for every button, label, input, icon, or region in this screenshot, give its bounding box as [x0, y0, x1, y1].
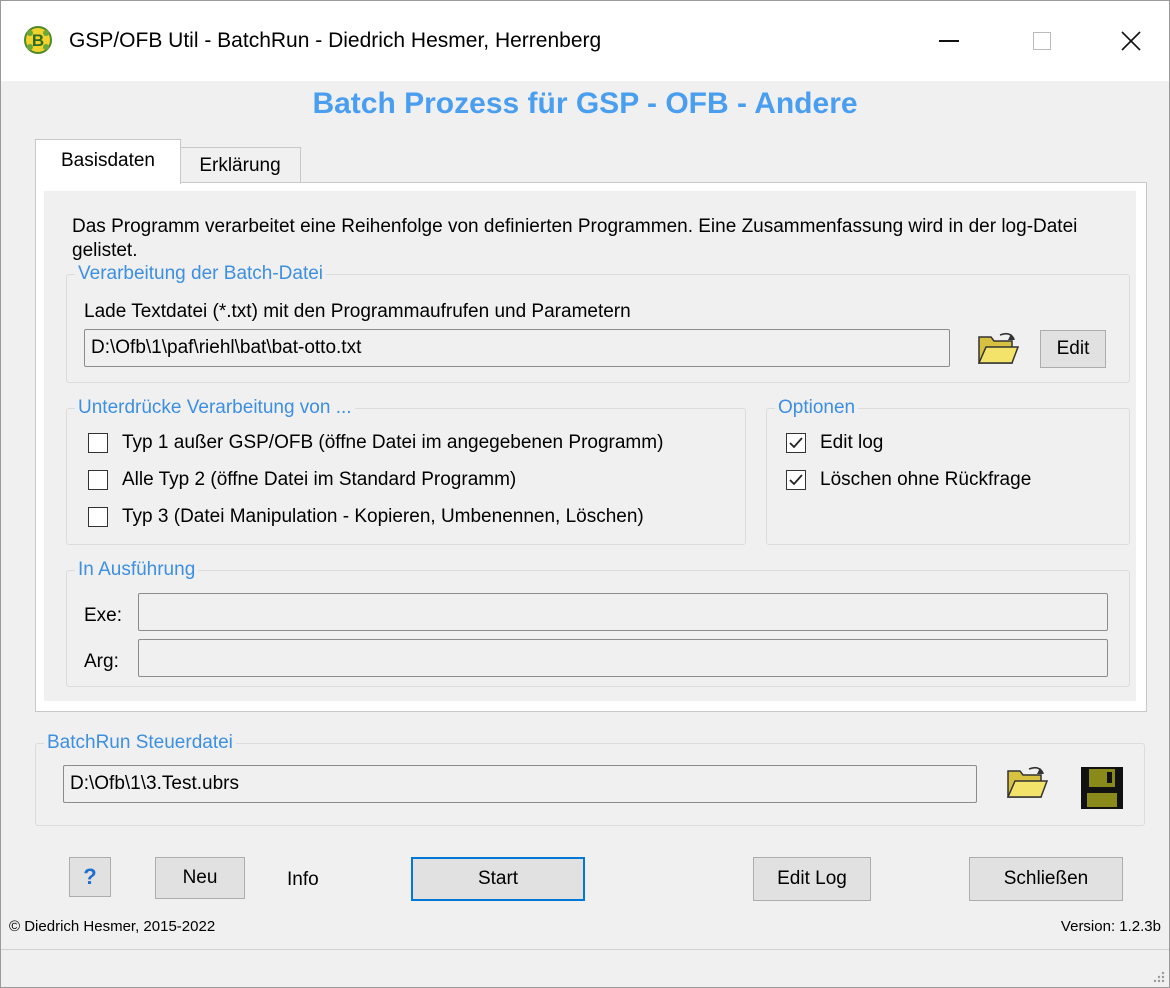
checkbox-label: Typ 3 (Datei Manipulation - Kopieren, Um…	[122, 506, 644, 527]
version-text: Version: 1.2.3b	[1060, 918, 1161, 935]
checkbox-box[interactable]	[88, 507, 108, 527]
checkbox-label: Edit log	[820, 432, 884, 453]
page-heading: Batch Prozess für GSP - OFB - Andere	[312, 87, 858, 120]
checkbox-box[interactable]	[786, 470, 806, 490]
resize-grip-icon[interactable]	[1151, 969, 1165, 983]
minimize-button[interactable]	[919, 15, 979, 67]
execution-legend: In Ausführung	[78, 559, 196, 580]
description-text: Das Programm verarbeitet eine Reihenfolg…	[72, 216, 1078, 261]
checkbox-box[interactable]	[786, 433, 806, 453]
checkbox-box[interactable]	[88, 433, 108, 453]
close-icon	[1121, 31, 1141, 51]
batch-file-label: Lade Textdatei (*.txt) mit den Programma…	[84, 301, 631, 322]
arg-field[interactable]	[138, 639, 1108, 677]
open-control-file-icon[interactable]	[1005, 763, 1049, 803]
control-file-path-field[interactable]: D:\Ofb\1\3.Test.ubrs	[63, 765, 977, 803]
exe-label: Exe:	[84, 605, 123, 626]
app-logo-icon: B	[24, 26, 52, 54]
title-bar[interactable]: B GSP/OFB Util - BatchRun - Diedrich Hes…	[1, 1, 1169, 81]
copyright-text: © Diedrich Hesmer, 2015-2022	[9, 918, 216, 935]
tab-panel-content: Das Programm verarbeitet eine Reihenfolg…	[44, 191, 1136, 701]
edit-log-button[interactable]: Edit Log	[753, 857, 871, 901]
svg-text:B: B	[32, 31, 44, 50]
arg-label: Arg:	[84, 651, 119, 672]
minimize-icon	[939, 40, 959, 42]
checkmark-icon	[789, 474, 803, 486]
edit-batch-file-button[interactable]: Edit	[1040, 330, 1106, 368]
open-folder-icon[interactable]	[976, 329, 1020, 369]
new-button[interactable]: Neu	[155, 857, 245, 899]
suppress-legend: Unterdrücke Verarbeitung von ...	[78, 397, 352, 418]
control-file-legend: BatchRun Steuerdatei	[47, 732, 233, 753]
checkbox-label: Alle Typ 2 (öffne Datei im Standard Prog…	[122, 469, 517, 490]
batch-file-legend: Verarbeitung der Batch-Datei	[78, 263, 324, 284]
tab-basisdaten[interactable]: Basisdaten	[35, 139, 181, 184]
checkbox-label: Löschen ohne Rückfrage	[820, 469, 1032, 490]
options-legend: Optionen	[778, 397, 856, 418]
info-label: Info	[287, 869, 319, 890]
batch-file-path-field[interactable]: D:\Ofb\1\paf\riehl\bat\bat-otto.txt	[84, 329, 950, 367]
main-window: B GSP/OFB Util - BatchRun - Diedrich Hes…	[0, 0, 1170, 988]
close-window-button[interactable]	[1101, 15, 1161, 67]
checkmark-icon	[789, 437, 803, 449]
tab-panel-basisdaten: Das Programm verarbeitet eine Reihenfolg…	[35, 182, 1147, 712]
checkbox-label: Typ 1 außer GSP/OFB (öffne Datei im ange…	[122, 432, 664, 453]
tab-erklaerung[interactable]: Erklärung	[179, 147, 301, 184]
help-button[interactable]: ?	[69, 857, 111, 897]
start-button[interactable]: Start	[411, 857, 585, 901]
status-divider	[1, 949, 1169, 950]
checkbox-box[interactable]	[88, 470, 108, 490]
save-icon[interactable]	[1079, 765, 1125, 811]
maximize-button[interactable]	[1011, 15, 1071, 67]
close-button[interactable]: Schließen	[969, 857, 1123, 901]
exe-field[interactable]	[138, 593, 1108, 631]
window-title: GSP/OFB Util - BatchRun - Diedrich Hesme…	[69, 29, 602, 52]
maximize-icon	[1033, 32, 1051, 50]
